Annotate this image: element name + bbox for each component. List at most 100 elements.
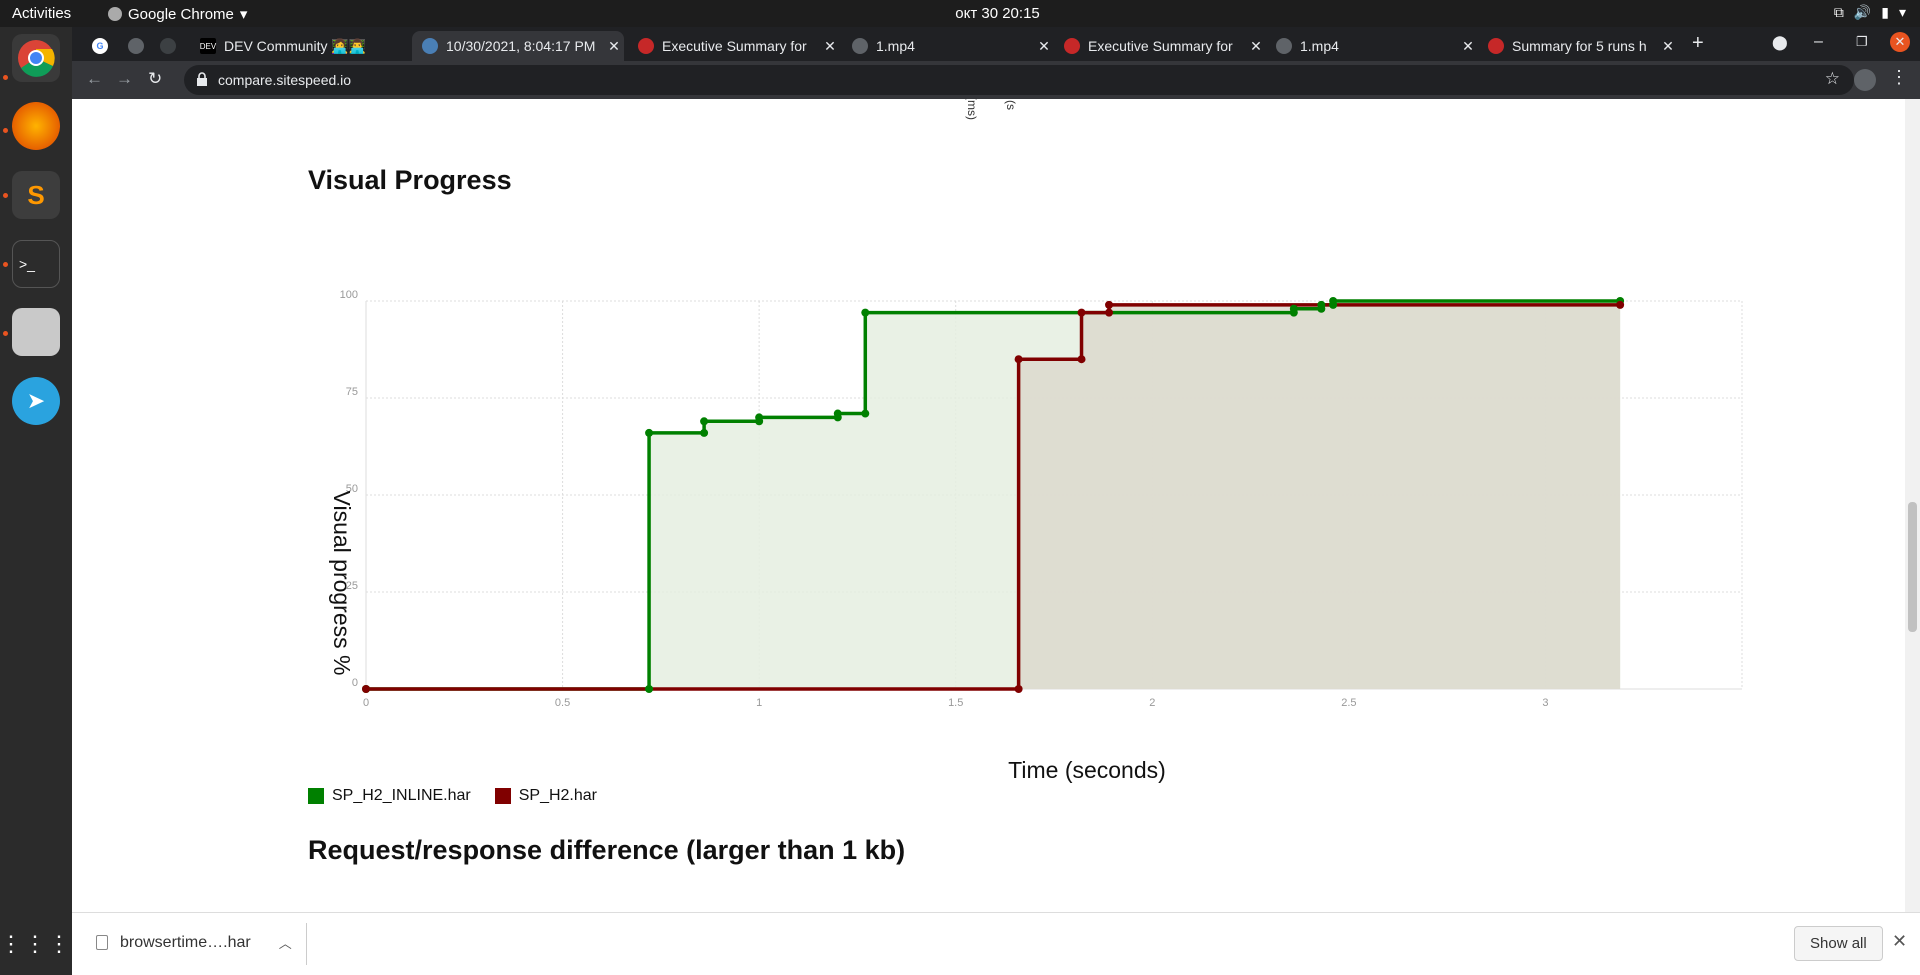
tab-title: 1.mp4 [876, 38, 915, 54]
page-content: (ms) (s Visual Progress 0 0.5 1 1.5 2 2.5 3 0 2… [72, 99, 1920, 912]
terminal-dock-icon[interactable]: >_ [12, 240, 60, 288]
scrollbar-thumb[interactable] [1908, 502, 1917, 632]
tab-video[interactable]: 1.mp4 ✕ [842, 31, 1054, 61]
new-tab-icon[interactable]: + [1692, 32, 1704, 55]
sitespeed-favicon-icon [638, 38, 654, 54]
sitespeed-favicon-icon [422, 38, 438, 54]
y-tick-label: 75 [346, 386, 358, 398]
files-dock-icon[interactable] [12, 308, 60, 356]
system-tray[interactable]: ⧉ 🔊 ▮ ▾ [1834, 4, 1906, 21]
firefox-dock-icon[interactable] [12, 102, 60, 150]
data-point [1329, 297, 1338, 305]
y-tick-label: 100 [340, 289, 358, 301]
x-tick-label: 1 [756, 697, 762, 709]
data-point [861, 409, 870, 418]
chevron-up-icon[interactable]: ︿ [279, 933, 292, 952]
tab-video[interactable]: 1.mp4 ✕ [1266, 31, 1478, 61]
clipped-axis-label-fragment: (ms) [965, 99, 979, 120]
tab-dev-community[interactable]: DEV DEV Community 👩‍💻👨‍💻 [190, 31, 412, 61]
globe-favicon-icon [1276, 38, 1292, 54]
visual-progress-title: Visual Progress [308, 165, 512, 195]
close-tab-icon[interactable]: ✕ [604, 38, 624, 55]
profile-avatar[interactable] [1854, 69, 1876, 91]
x-tick-label: 0 [363, 697, 369, 709]
close-window-icon[interactable]: ✕ [1890, 32, 1910, 52]
data-point [1014, 355, 1023, 364]
telegram-dock-icon[interactable]: ➤ [12, 377, 60, 425]
volume-icon: 🔊 [1853, 4, 1872, 20]
tab-title: 10/30/2021, 8:04:17 PM [446, 38, 596, 54]
legend-swatch [494, 788, 511, 804]
tab-executive-summary[interactable]: Executive Summary for ✕ [628, 31, 840, 61]
data-point [755, 413, 764, 422]
bookmark-star-icon[interactable]: ☆ [1825, 69, 1840, 89]
minimize-icon[interactable]: – [1814, 33, 1823, 51]
tab-executive-summary[interactable]: Executive Summary for ✕ [1054, 31, 1266, 61]
show-all-button[interactable]: Show all [1794, 926, 1883, 961]
globe-favicon-icon [852, 38, 868, 54]
tab-pinned-google[interactable]: G [82, 31, 118, 61]
address-bar[interactable]: compare.sitespeed.io ☆ [184, 65, 1854, 95]
network-icon: ⧉ [1833, 4, 1844, 20]
x-tick-label: 3 [1542, 697, 1548, 709]
tab-title: Summary for 5 runs h [1512, 38, 1647, 54]
data-point [833, 409, 842, 418]
y-tick-label: 0 [352, 677, 358, 689]
tab-summary-runs[interactable]: Summary for 5 runs h ✕ [1478, 31, 1678, 61]
sublime-text-dock-icon[interactable]: S [12, 171, 60, 219]
clipped-axis-label-fragment: (s [1004, 100, 1018, 110]
reload-icon[interactable]: ↻ [148, 69, 162, 89]
close-tab-icon[interactable]: ✕ [1034, 38, 1054, 55]
tab-strip: G DEV DEV Community 👩‍💻👨‍💻 10/30/2021, 8… [72, 27, 1920, 61]
data-point [1616, 300, 1625, 309]
show-applications-icon[interactable]: ⋮⋮⋮ [0, 920, 70, 968]
download-item[interactable]: browsertime….har ︿ [96, 933, 292, 952]
chrome-dock-icon[interactable] [12, 34, 60, 82]
data-point [861, 308, 870, 317]
data-point [700, 417, 709, 426]
close-tab-icon[interactable]: ✕ [820, 38, 840, 55]
close-tab-icon[interactable]: ✕ [1458, 38, 1478, 55]
running-indicator [3, 262, 8, 267]
tab-search-icon[interactable]: ⬤ [1772, 34, 1788, 51]
x-tick-label: 2.5 [1341, 697, 1356, 709]
sitespeed-favicon-icon [1488, 38, 1504, 54]
tab-title: Executive Summary for [1088, 38, 1233, 54]
legend-label: SP_H2_INLINE.har [332, 787, 471, 804]
tab-title: 1.mp4 [1300, 38, 1339, 54]
chart-legend: SP_H2_INLINE.har SP_H2.har [308, 787, 597, 805]
x-tick-label: 0.5 [555, 697, 570, 709]
data-point [1105, 300, 1114, 309]
data-point [1077, 308, 1086, 317]
data-point [1105, 308, 1114, 317]
request-response-diff-title: Request/response difference (larger than… [308, 835, 906, 865]
x-tick-labels: 0 0.5 1 1.5 2 2.5 3 [363, 697, 1549, 709]
tab-title: DEV Community 👩‍💻👨‍💻 [224, 37, 367, 54]
github-favicon-icon [160, 38, 176, 54]
legend-item[interactable]: SP_H2_INLINE.har [308, 787, 471, 805]
chrome-menu-icon[interactable]: ⋮ [1890, 67, 1908, 88]
clock[interactable]: окт 30 20:15 [0, 5, 1920, 22]
download-filename: browsertime….har [120, 933, 251, 951]
x-tick-label: 2 [1149, 697, 1155, 709]
running-indicator [3, 331, 8, 336]
back-icon[interactable]: ← [86, 69, 103, 89]
tab-active-results[interactable]: 10/30/2021, 8:04:17 PM ✕ [412, 31, 624, 61]
close-tab-icon[interactable]: ✕ [1658, 38, 1678, 55]
restore-icon[interactable]: ❐ [1856, 34, 1868, 50]
forward-icon[interactable]: → [116, 69, 133, 89]
legend-swatch [308, 788, 324, 804]
x-axis-label: Time (seconds) [1008, 757, 1166, 783]
data-point [700, 428, 709, 437]
close-shelf-icon[interactable]: ✕ [1892, 931, 1907, 952]
file-icon [96, 935, 108, 950]
close-tab-icon[interactable]: ✕ [1246, 38, 1266, 55]
legend-label: SP_H2.har [518, 787, 597, 804]
page-scrollbar[interactable] [1905, 99, 1920, 912]
sitespeed-favicon-icon [1064, 38, 1080, 54]
tab-pinned[interactable] [118, 31, 150, 61]
legend-item[interactable]: SP_H2.har [494, 787, 597, 805]
tab-pinned-github[interactable] [150, 31, 182, 61]
browser-toolbar: ← → ↻ compare.sitespeed.io ☆ ⋮ [72, 61, 1920, 99]
running-indicator [3, 128, 8, 133]
